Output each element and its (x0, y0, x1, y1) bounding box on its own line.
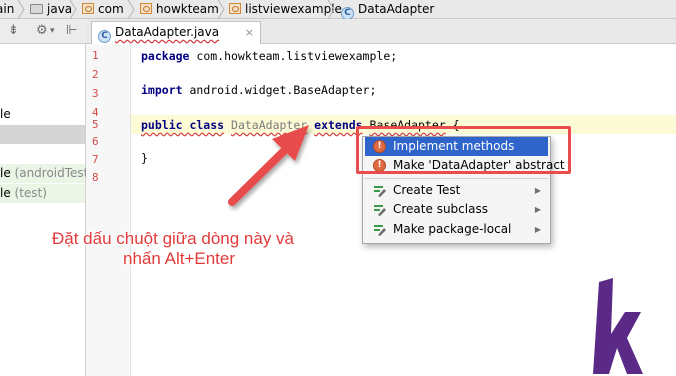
code-line-3: import android.widget.BaseAdapter; (141, 82, 376, 98)
line-number: 8 (92, 171, 99, 184)
line-number: 7 (92, 153, 99, 166)
pencil-icon (374, 205, 386, 216)
hide-panel-icon[interactable]: ⊩ (66, 23, 77, 38)
annotation-text-line1: Đặt dấu chuột giữa dòng này và (52, 229, 294, 248)
breadcrumb-item-listviewexample[interactable]: listviewexample (229, 0, 342, 19)
breadcrumb-label: howkteam (156, 2, 219, 16)
breadcrumb-item-dataadapter[interactable]: C DataAdapter (341, 0, 435, 20)
tree-item-suffix: (test) (10, 186, 47, 200)
breadcrumb-separator-icon (17, 0, 25, 19)
breadcrumb-separator-icon (127, 0, 135, 19)
class-icon: C (98, 30, 111, 43)
menu-item-create-test[interactable]: Create Test ▶ (365, 181, 548, 200)
breadcrumb-separator-icon (327, 0, 335, 19)
package-icon (82, 3, 94, 14)
submenu-arrow-icon: ▶ (534, 225, 541, 234)
breadcrumb-separator-icon (217, 0, 225, 19)
pencil-icon (374, 186, 386, 197)
highlight-box (356, 126, 571, 174)
breadcrumb: ain java com howkteam listviewexample CD… (0, 0, 676, 20)
keyword: public class (141, 118, 225, 132)
code-line-1: package com.howkteam.listviewexample; (141, 48, 397, 64)
breadcrumb-label: com (98, 2, 124, 16)
tree-item-suffix: (androidTest) (10, 166, 94, 180)
line-number: 5 (92, 118, 99, 131)
tab-dataadapter-java[interactable]: C DataAdapter.java × (91, 21, 261, 44)
project-toolbar: ⇟ ⚙ ▾ ⊩ (0, 19, 86, 44)
menu-separator (365, 178, 548, 179)
menu-item-make-package-local[interactable]: Make package-local ▶ (365, 220, 548, 239)
line-number: 6 (92, 135, 99, 148)
editor-tab-bar: C DataAdapter.java × (86, 19, 676, 44)
package-icon (229, 3, 241, 14)
keyword: package (141, 49, 190, 63)
tab-label: DataAdapter.java (115, 25, 220, 39)
project-panel: ⇟ ⚙ ▾ ⊩ le le (androidTest) le (test) (0, 19, 93, 376)
menu-item-label: Make package-local (393, 222, 512, 236)
code-text: com.howkteam.listviewexample; (189, 49, 398, 63)
menu-item-label: Create Test (393, 183, 461, 197)
submenu-arrow-icon: ▶ (534, 186, 541, 195)
tree-item[interactable]: le (androidTest) (0, 164, 93, 183)
tree-item-label: le (0, 166, 11, 180)
breadcrumb-item-java[interactable]: java (30, 0, 72, 19)
line-number: 1 (92, 49, 99, 62)
tree-item-label: le (0, 107, 11, 121)
annotation-text-line2: nhấn Alt+Enter (123, 249, 236, 268)
submenu-arrow-icon: ▶ (534, 205, 541, 214)
breadcrumb-item-howkteam[interactable]: howkteam (140, 0, 219, 19)
code-line-7: } (141, 150, 148, 166)
collapse-icon[interactable]: ⇟ (8, 23, 19, 38)
chevron-down-icon[interactable]: ▾ (50, 26, 55, 36)
tree-item-label: le (0, 186, 11, 200)
code-text: } (141, 151, 148, 165)
gear-icon[interactable]: ⚙ (36, 23, 48, 38)
breadcrumb-label: ain (0, 2, 15, 16)
package-icon (140, 3, 152, 14)
tree-item[interactable]: le (0, 105, 85, 124)
menu-item-label: Create subclass (393, 202, 488, 216)
pencil-icon (374, 225, 386, 236)
menu-item-create-subclass[interactable]: Create subclass ▶ (365, 200, 548, 219)
folder-icon (30, 4, 43, 14)
tree-item[interactable]: le (test) (0, 184, 85, 203)
breadcrumb-separator-icon (69, 0, 77, 19)
class-name: DataAdapter (231, 118, 308, 132)
keyword: import (141, 83, 183, 97)
line-number: 3 (92, 87, 99, 100)
breadcrumb-item-com[interactable]: com (82, 0, 124, 19)
close-icon[interactable]: × (245, 22, 254, 43)
howkteam-logo (593, 278, 643, 374)
code-text: android.widget.BaseAdapter; (182, 83, 377, 97)
breadcrumb-label: DataAdapter (358, 2, 435, 16)
tree-item-selected[interactable] (0, 125, 85, 144)
breadcrumb-item-main[interactable]: ain (0, 0, 14, 19)
line-number: 2 (92, 68, 99, 81)
